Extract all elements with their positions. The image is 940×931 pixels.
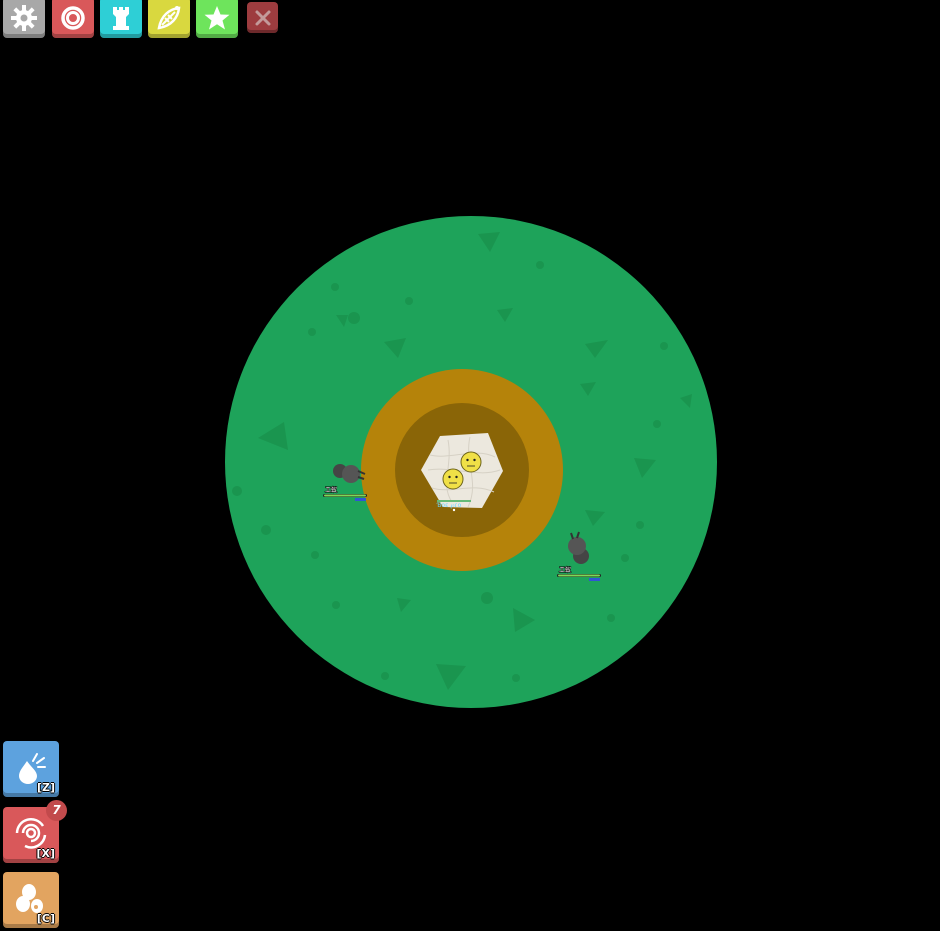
ability-c-key: [C] (36, 912, 55, 925)
ability-x-key: [X] (36, 847, 55, 860)
worker-ant-1-tag (355, 498, 366, 501)
worker-ant-2-health-bar (557, 574, 601, 577)
eggs-icon (16, 884, 43, 913)
ability-x-count-badge: 7 (46, 800, 67, 821)
drop-icon (19, 753, 46, 784)
ability-x-button[interactable]: [X] 7 (3, 800, 67, 863)
game-world[interactable]: Ɓoɛ ℘ɾo 工蚁 工蚁 (0, 0, 940, 931)
ability-z-key: [Z] (36, 781, 55, 794)
worker-ant-2-health-fill (558, 574, 600, 577)
ant-queen[interactable] (460, 451, 482, 473)
ability-z-button[interactable]: [Z] (3, 741, 59, 797)
hive-dot (452, 508, 456, 512)
hive-health-bar (437, 500, 471, 502)
worker-ant-1-health-bar (323, 494, 367, 497)
worker-ant-2-tag (589, 578, 600, 581)
worker-ant-2-label: 工蚁 (559, 566, 571, 574)
ability-c-button[interactable]: [C] (3, 872, 59, 928)
worker-ant-1-label: 工蚁 (325, 486, 337, 494)
spiral-icon (15, 817, 47, 849)
ant-larva[interactable] (442, 468, 464, 490)
worker-ant-1-health-fill (324, 494, 366, 497)
hive-label: Ɓoɛ ℘ɾo (436, 502, 462, 509)
